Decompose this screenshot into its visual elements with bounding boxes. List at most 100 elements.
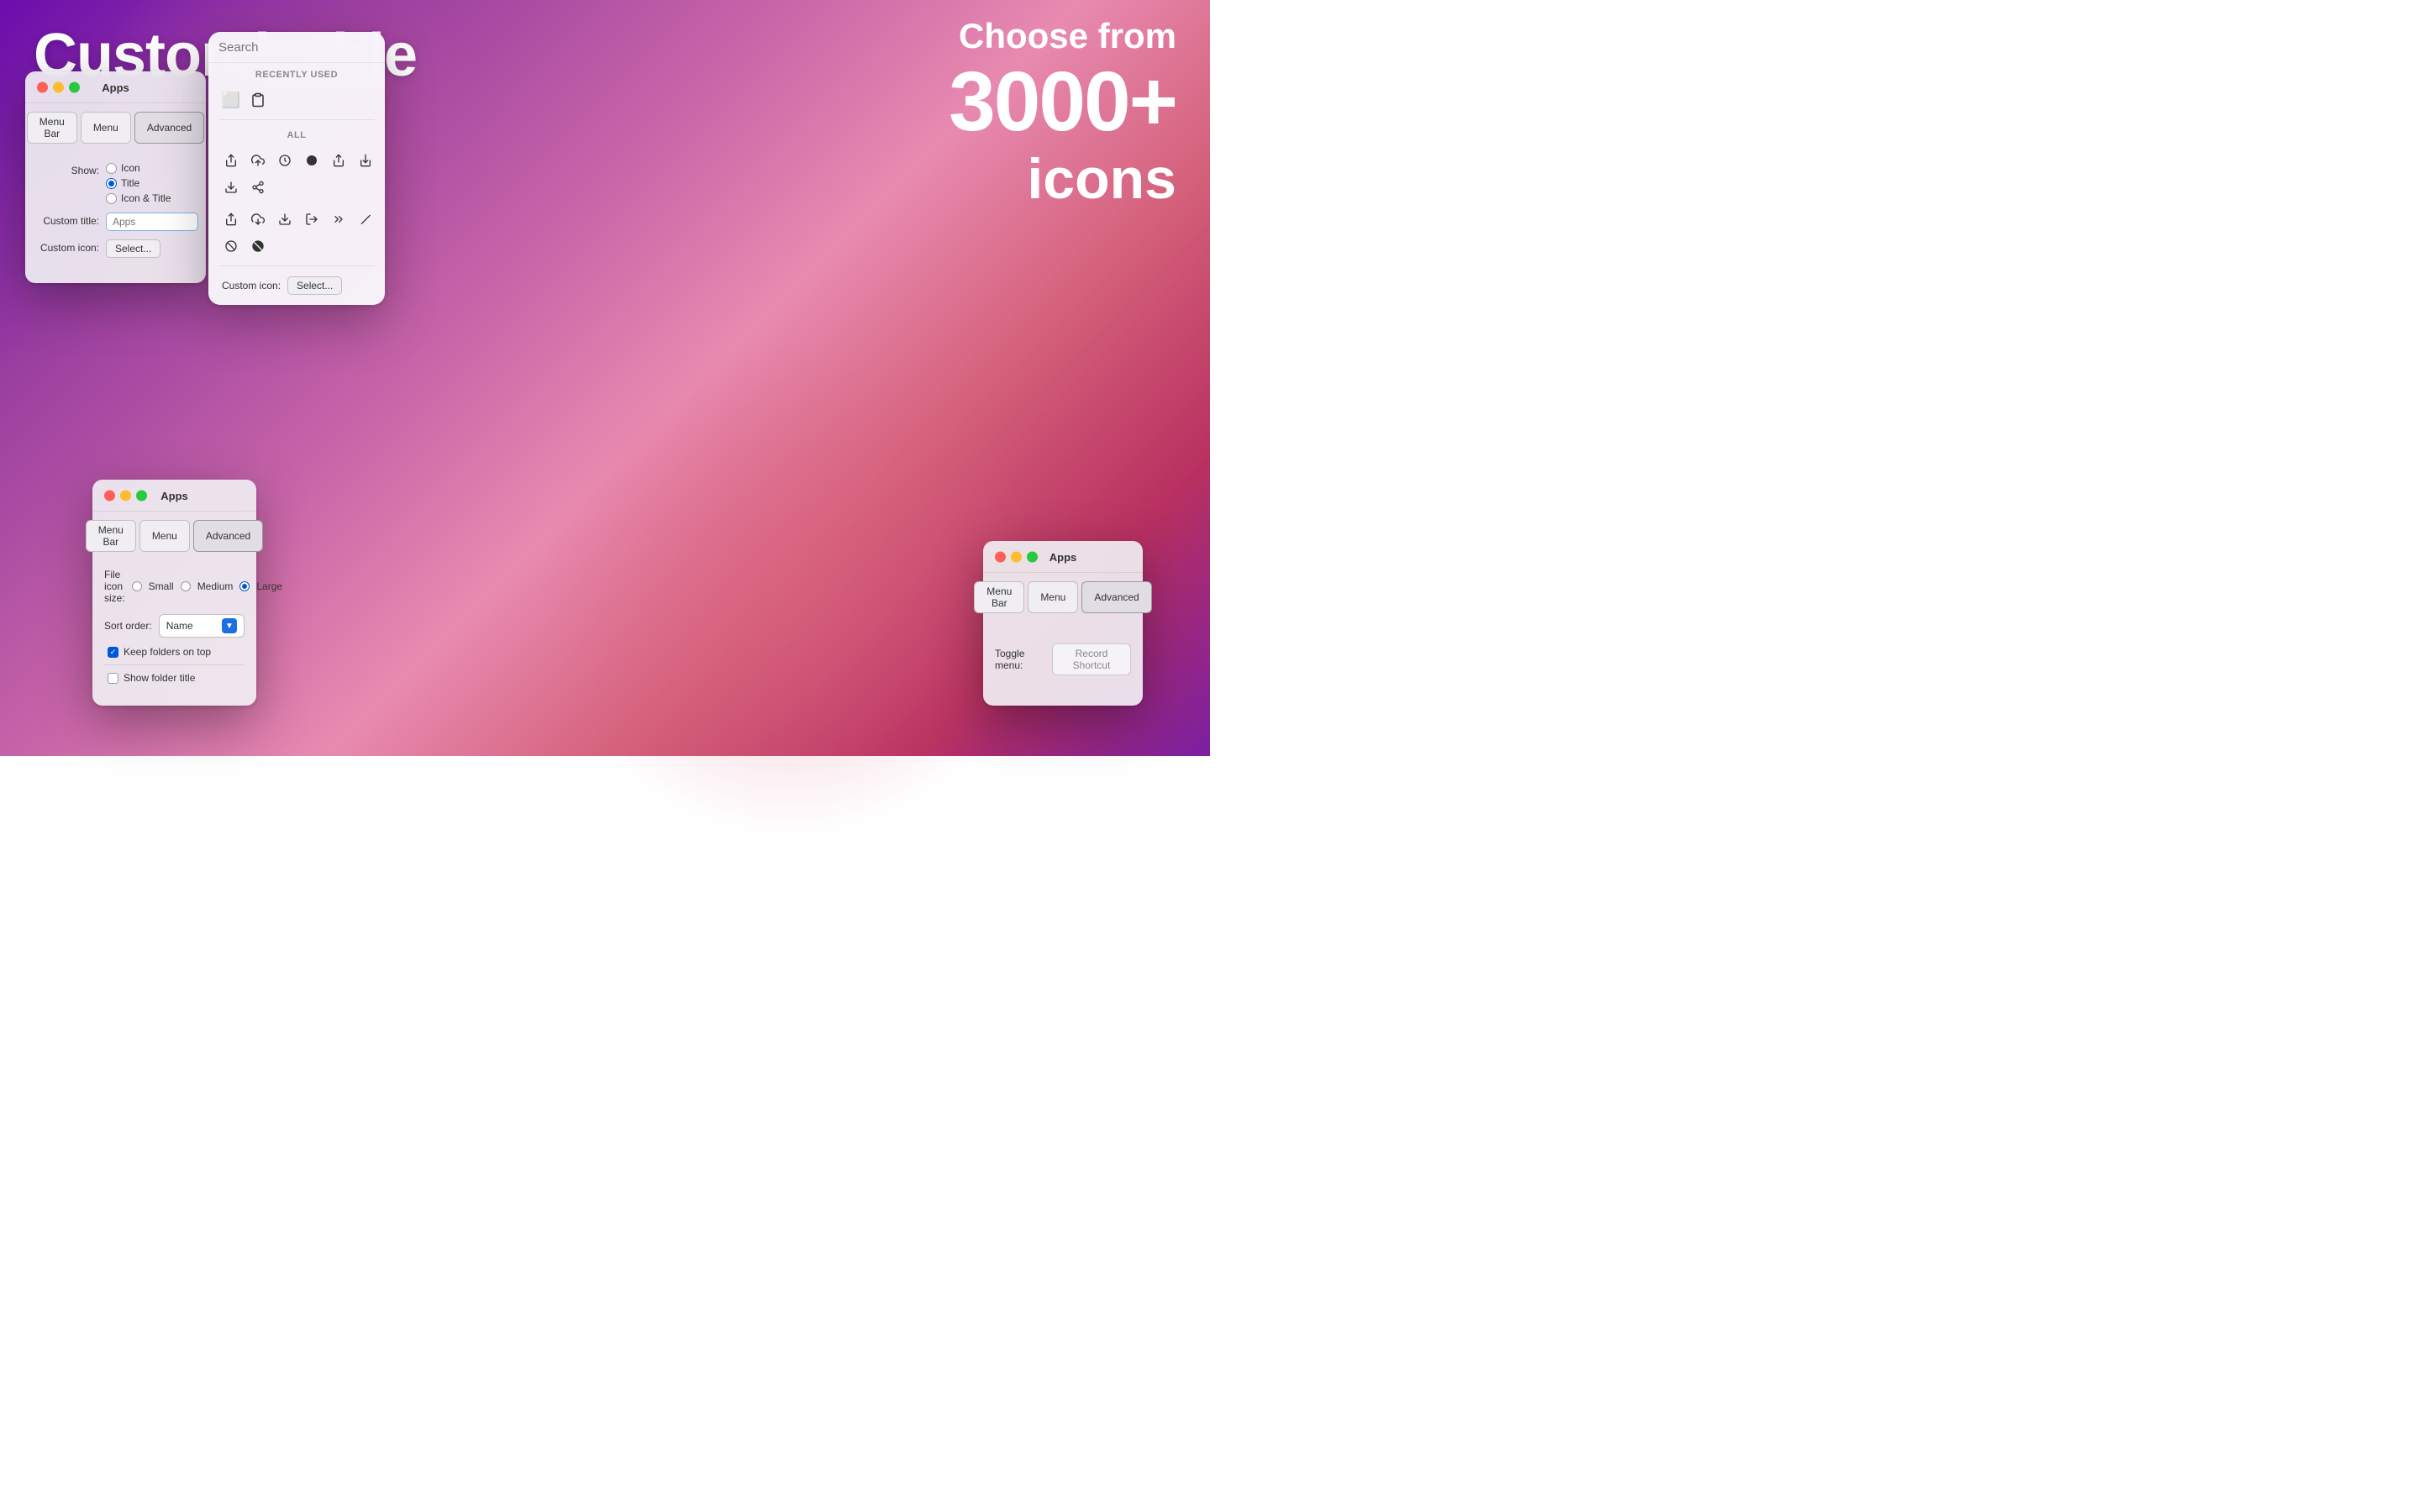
select-icon-btn-1[interactable]: Select...	[106, 239, 160, 258]
heading-choose-line3: icons	[949, 148, 1176, 211]
sort-select[interactable]: Name ▼	[159, 614, 245, 638]
tab-menubar-3[interactable]: Menu Bar	[974, 581, 1024, 613]
window-tabs-3: Menu Bar Menu Advanced	[983, 573, 1143, 622]
icon-exit[interactable]	[299, 207, 324, 232]
checkbox-keep-folders[interactable]: ✓	[108, 647, 118, 658]
all-label: ALL	[208, 123, 385, 144]
icon-inbox-down[interactable]	[245, 207, 271, 232]
icon-search-input[interactable]	[218, 40, 375, 55]
sort-order-label: Sort order:	[104, 620, 152, 632]
label-small: Small	[149, 580, 174, 592]
icon-slash1[interactable]	[218, 234, 244, 259]
heading-choose: Choose from 3000+ icons	[949, 17, 1176, 211]
heading-choose-line1: Choose from	[949, 17, 1176, 55]
show-row: Show: Icon Title Icon & Title	[39, 162, 192, 204]
radio-small[interactable]	[132, 581, 142, 591]
icon-save-down[interactable]	[272, 207, 297, 232]
titlebar-3: Apps	[983, 541, 1143, 573]
icon-slash2[interactable]	[245, 234, 271, 259]
radio-circle-icon-title	[106, 193, 117, 204]
custom-icon-row: Custom icon: Select...	[39, 239, 192, 258]
sort-value: Name	[166, 620, 193, 632]
tab-advanced-3[interactable]: Advanced	[1081, 581, 1151, 613]
window-apps-menubar: Apps Menu Bar Menu Advanced Show: Icon T…	[25, 71, 206, 283]
tl-green-3	[1027, 551, 1038, 562]
show-folder-title-row: Show folder title	[108, 672, 245, 684]
picker-bottom-divider	[218, 265, 375, 266]
icon-download[interactable]	[353, 148, 378, 173]
tl-yellow-2	[120, 490, 131, 501]
radio-label-icon-title: Icon & Title	[121, 192, 171, 204]
toggle-menu-label: Toggle menu:	[995, 648, 1045, 671]
icon-pencil[interactable]	[353, 207, 378, 232]
tab-menubar-1[interactable]: Menu Bar	[27, 112, 77, 144]
tl-green-2	[136, 490, 147, 501]
record-shortcut-btn[interactable]: Record Shortcut	[1052, 643, 1131, 675]
picker-bottom: Custom icon: Select...	[208, 270, 385, 305]
radio-large[interactable]	[239, 581, 250, 591]
picker-custom-icon-label: Custom icon:	[222, 280, 281, 291]
titlebar-1: Apps	[25, 71, 206, 103]
recently-used-grid: ⬜	[208, 84, 385, 116]
label-medium: Medium	[197, 580, 234, 592]
radio-label-icon: Icon	[121, 162, 140, 174]
custom-title-label: Custom title:	[39, 213, 106, 227]
custom-icon-label: Custom icon:	[39, 239, 106, 254]
icon-forward[interactable]	[326, 207, 351, 232]
icon-upload2[interactable]	[218, 207, 244, 232]
show-label: Show:	[39, 162, 106, 176]
icon-share2[interactable]	[326, 148, 351, 173]
titlebar-2: Apps	[92, 480, 256, 512]
radio-icon-title[interactable]: Icon & Title	[106, 192, 171, 204]
icon-upload-box[interactable]	[245, 148, 271, 173]
radio-title[interactable]: Title	[106, 177, 171, 189]
win1-body: Show: Icon Title Icon & Title	[25, 152, 206, 283]
toggle-menu-row: Toggle menu: Record Shortcut	[995, 643, 1131, 675]
tab-menu-2[interactable]: Menu	[139, 520, 190, 552]
custom-title-row: Custom title:	[39, 213, 192, 231]
tab-menubar-2[interactable]: Menu Bar	[86, 520, 136, 552]
icon-share-up[interactable]	[218, 148, 244, 173]
icon-share3[interactable]	[245, 175, 271, 200]
picker-select-btn[interactable]: Select...	[287, 276, 342, 295]
win3-body: Toggle menu: Record Shortcut	[983, 622, 1143, 706]
tab-advanced-1[interactable]: Advanced	[134, 112, 204, 144]
all-icons-row1	[208, 144, 385, 203]
window-title-1: Apps	[102, 81, 129, 94]
show-folder-title-label: Show folder title	[124, 672, 195, 684]
window-title-3: Apps	[1050, 551, 1077, 564]
tl-green-1	[69, 81, 80, 92]
heading-choose-line2: 3000+	[949, 55, 1176, 148]
tab-advanced-2[interactable]: Advanced	[193, 520, 263, 552]
tl-red-3[interactable]	[995, 551, 1006, 562]
radio-label-title: Title	[121, 177, 139, 189]
window-tabs-2: Menu Bar Menu Advanced	[92, 512, 256, 560]
tab-menu-3[interactable]: Menu	[1028, 581, 1078, 613]
window-apps-advanced: Apps Menu Bar Menu Advanced File icon si…	[92, 480, 256, 706]
icon-download2[interactable]	[218, 175, 244, 200]
window-apps-advanced-3: Apps Menu Bar Menu Advanced Toggle menu:…	[983, 541, 1143, 706]
icon-circle[interactable]	[299, 148, 324, 173]
radio-icon[interactable]: Icon	[106, 162, 171, 174]
traffic-lights-1	[37, 81, 80, 92]
tl-red-1[interactable]	[37, 81, 48, 92]
file-icon-size-label: File icon size:	[104, 569, 125, 604]
tab-menu-1[interactable]: Menu	[81, 112, 131, 144]
sort-arrow-icon: ▼	[222, 618, 237, 633]
traffic-lights-3	[995, 551, 1038, 562]
radio-circle-icon	[106, 163, 117, 174]
radio-circle-title	[106, 178, 117, 189]
tl-red-2[interactable]	[104, 490, 115, 501]
show-radio-group: Icon Title Icon & Title	[106, 162, 171, 204]
window-tabs-1: Menu Bar Menu Advanced	[25, 103, 206, 152]
checkbox-show-folder[interactable]	[108, 673, 118, 684]
icon-square[interactable]: ⬜	[218, 87, 244, 113]
custom-title-input[interactable]	[106, 213, 198, 231]
recently-used-label: RECENTLY USED	[208, 63, 385, 84]
sort-order-row: Sort order: Name ▼	[104, 614, 245, 638]
main-content: Customizable Choose from 3000+ icons App…	[0, 0, 1210, 756]
all-icons-row2	[208, 203, 385, 262]
radio-medium[interactable]	[181, 581, 191, 591]
icon-clipboard[interactable]	[245, 87, 271, 113]
icon-refresh[interactable]	[272, 148, 297, 173]
